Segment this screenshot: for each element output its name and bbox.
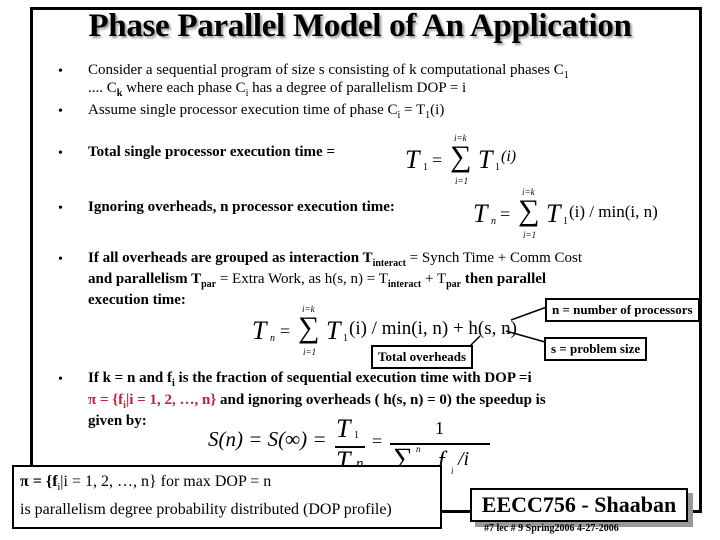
text: and ignoring overheads ( h(s, n) = 0) th… <box>216 392 546 408</box>
text: π = {f <box>20 473 58 490</box>
formula-argument: /i <box>458 448 470 470</box>
dop-profile-text: |i = 1, 2, …, n} <box>125 392 217 408</box>
text: is the fraction of sequential execution … <box>174 370 532 386</box>
dop-profile-note: π = {fi|i = 1, 2, …, n} for max DOP = n … <box>12 465 442 529</box>
formula-equals: = <box>372 431 383 451</box>
formula-numerator: T <box>336 414 351 443</box>
bullet-6-line-3: given by: <box>88 413 147 429</box>
bullet-6-line-2: π = {fi|i = 1, 2, …, n} and ignoring ove… <box>88 392 546 411</box>
formula-lhs: S(n) = S(∞) = <box>208 427 327 451</box>
formula-subscript: 1 <box>354 430 359 441</box>
text: |i = 1, 2, …, n} for max DOP = n <box>60 473 272 490</box>
course-footer: EECC756 - Shaaban <box>470 488 688 522</box>
callout-processors: n = number of processors <box>545 298 700 322</box>
callout-problem-size: s = problem size <box>544 337 648 361</box>
bullet-6-line-1: If k = n and fi is the fraction of seque… <box>88 370 532 389</box>
dop-profile-text: π = {f <box>88 392 124 408</box>
bullet-icon: • <box>58 372 63 387</box>
callout-overheads: Total overheads <box>371 345 473 369</box>
formula-numerator: 1 <box>435 418 444 438</box>
formula-upper-limit: n <box>416 444 421 454</box>
callout-line-problem-size <box>505 330 546 343</box>
formula-subscript: i <box>451 466 454 476</box>
note-line-2: is parallelism degree probability distri… <box>20 501 392 519</box>
note-line-1: π = {fi|i = 1, 2, …, n} for max DOP = n <box>20 471 434 499</box>
text: If k = n and f <box>88 370 172 386</box>
footer-meta: #7 lec # 9 Spring2006 4-27-2006 <box>484 523 619 534</box>
